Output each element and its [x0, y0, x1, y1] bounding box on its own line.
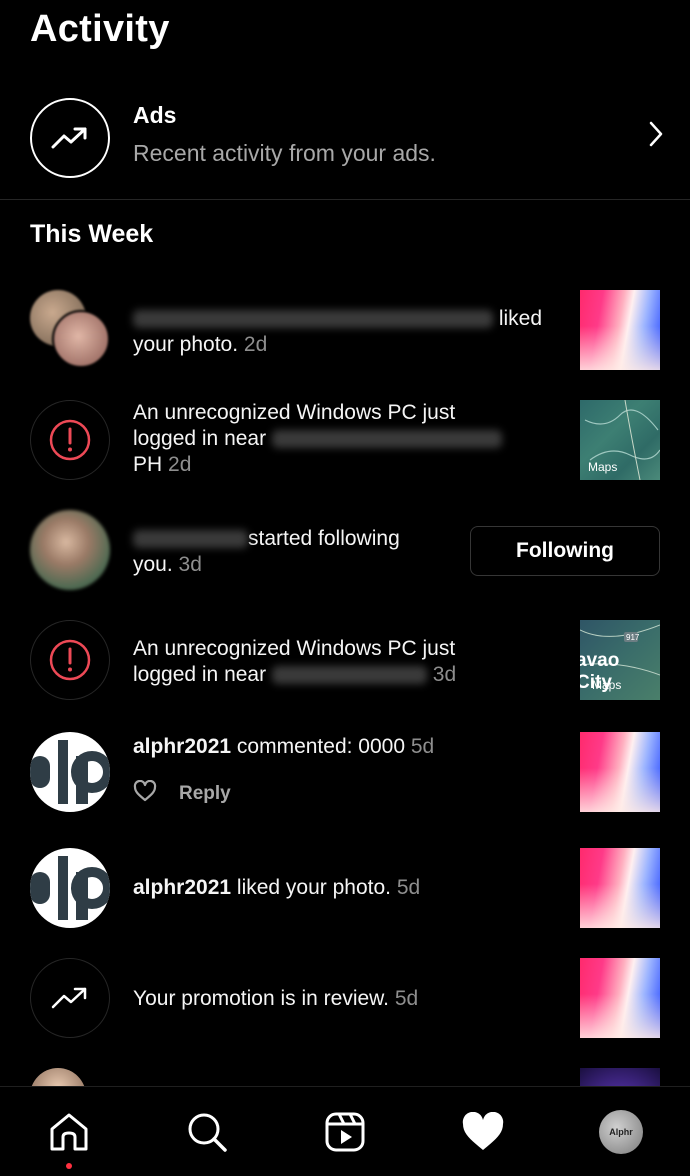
- map-badge: 917: [626, 633, 640, 642]
- action-text: An unrecognized Windows PC just: [133, 401, 456, 424]
- activity-item[interactable]: An unrecognized Windows PC just logged i…: [0, 400, 690, 482]
- post-thumbnail[interactable]: [580, 732, 660, 812]
- activity-item[interactable]: liked your photo. 2d: [0, 290, 690, 372]
- avatar[interactable]: [30, 848, 110, 928]
- action-text: started following: [248, 527, 400, 550]
- action-text: liked: [498, 307, 543, 330]
- page-title: Activity: [30, 8, 170, 50]
- alert-circle-icon: [30, 620, 110, 700]
- action-text-2: logged in near: [133, 663, 267, 686]
- post-thumbnail[interactable]: [580, 290, 660, 370]
- action-text: liked your photo.: [236, 876, 392, 899]
- ads-title: Ads: [133, 102, 177, 128]
- ads-subtitle: Recent activity from your ads.: [133, 140, 436, 166]
- redacted-location: [271, 430, 502, 449]
- action-text-2: your photo.: [133, 333, 239, 356]
- activity-text: Your promotion is in review. 5d: [133, 986, 553, 1012]
- avatar: [30, 1068, 86, 1086]
- activity-item[interactable]: An unrecognized Windows PC just logged i…: [0, 620, 690, 702]
- timestamp: 5d: [410, 735, 435, 758]
- timestamp: 5d: [396, 876, 421, 899]
- activity-item[interactable]: Your promotion is in review. 5d: [0, 958, 690, 1040]
- profile-avatar-label: Alphr: [599, 1110, 643, 1154]
- action-text: An unrecognized Windows PC just: [133, 637, 456, 660]
- post-thumbnail[interactable]: [580, 848, 660, 928]
- timestamp: 2d: [168, 453, 192, 476]
- section-title: This Week: [30, 220, 154, 248]
- action-text-2: logged in near: [133, 427, 267, 450]
- redacted-location: [271, 666, 427, 685]
- reels-icon[interactable]: [322, 1109, 368, 1155]
- activity-text: An unrecognized Windows PC just logged i…: [133, 636, 553, 688]
- bottom-nav: Alphr: [0, 1086, 690, 1176]
- ads-row[interactable]: Ads Recent activity from your ads.: [0, 92, 690, 200]
- chevron-right-icon: [648, 120, 664, 153]
- activity-text: alphr2021 commented: 0000 5d: [133, 734, 553, 760]
- username[interactable]: alphr2021: [133, 735, 231, 758]
- trending-up-icon: [30, 98, 110, 178]
- avatar[interactable]: [30, 732, 110, 812]
- following-button[interactable]: Following: [470, 526, 660, 576]
- home-active-dot: [66, 1163, 72, 1169]
- activity-item-partial[interactable]: [0, 1068, 690, 1086]
- heart-filled-icon[interactable]: [460, 1109, 506, 1155]
- post-thumbnail: [580, 1068, 660, 1086]
- post-thumbnail[interactable]: [580, 958, 660, 1038]
- maps-label: Maps: [592, 678, 622, 692]
- search-icon[interactable]: [184, 1109, 230, 1155]
- action-text-2: you.: [133, 553, 173, 576]
- alert-circle-icon: [30, 400, 110, 480]
- map-thumbnail[interactable]: Maps: [580, 400, 660, 480]
- trending-up-icon: [30, 958, 110, 1038]
- activity-text: An unrecognized Windows PC just logged i…: [133, 400, 553, 478]
- redacted-username: [133, 530, 248, 549]
- timestamp: 2d: [243, 333, 268, 356]
- action-text-3: PH: [133, 453, 163, 476]
- home-icon[interactable]: [46, 1109, 92, 1155]
- activity-text: liked your photo. 2d: [133, 306, 553, 358]
- redacted-username: [133, 310, 493, 329]
- activity-item[interactable]: started following you. 3d Following: [0, 510, 690, 592]
- profile-avatar[interactable]: Alphr: [598, 1109, 644, 1155]
- avatar-stack[interactable]: [30, 290, 112, 372]
- timestamp: 3d: [178, 553, 202, 576]
- avatar: [52, 310, 110, 368]
- activity-item[interactable]: alphr2021 liked your photo. 5d: [0, 848, 690, 930]
- map-thumbnail[interactable]: 917 avao City Maps: [580, 620, 660, 700]
- reply-button[interactable]: Reply: [179, 783, 231, 805]
- avatar[interactable]: [30, 510, 110, 590]
- heart-icon[interactable]: [133, 779, 157, 808]
- action-text: commented: 0000: [236, 735, 406, 758]
- action-text: Your promotion is in review.: [133, 987, 390, 1010]
- comment-actions: Reply: [133, 779, 231, 808]
- timestamp: 5d: [394, 987, 419, 1010]
- activity-item[interactable]: alphr2021 commented: 0000 5d Reply: [0, 732, 690, 814]
- maps-label: Maps: [588, 460, 618, 474]
- username[interactable]: alphr2021: [133, 876, 231, 899]
- timestamp: 3d: [432, 663, 457, 686]
- activity-text: alphr2021 liked your photo. 5d: [133, 875, 553, 901]
